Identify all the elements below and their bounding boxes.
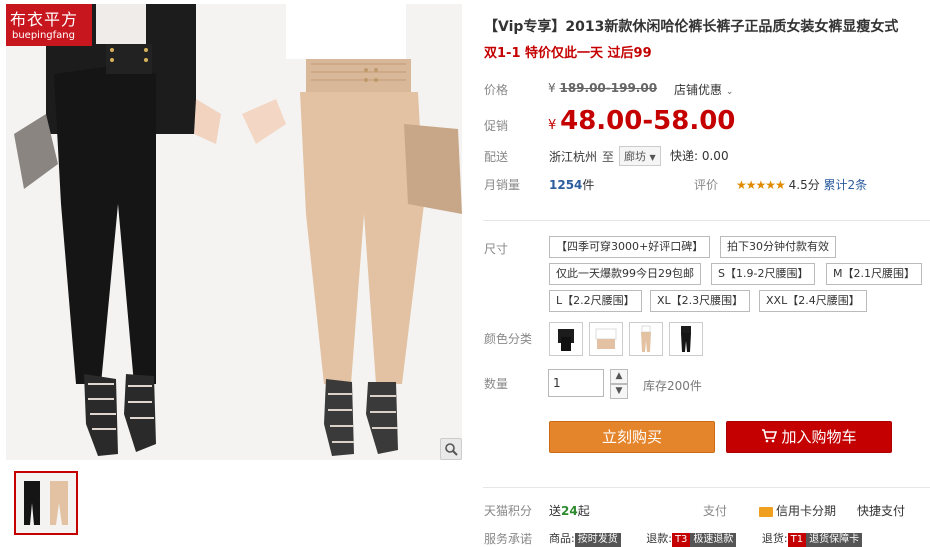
- points-info: 送24起: [549, 502, 590, 519]
- quantity-increase-button[interactable]: ▲: [610, 369, 628, 384]
- size-option[interactable]: 仅此一天爆款99今日29包邮: [549, 263, 701, 285]
- brand-name-en: buepingfang: [12, 30, 75, 41]
- brand-logo: 布衣平方 buepingfang: [6, 4, 92, 46]
- chevron-down-icon: ▼: [649, 153, 656, 162]
- points-value: 24: [561, 504, 578, 518]
- shipping-to-word: 至: [602, 150, 615, 164]
- refund-label: 退款:: [646, 532, 672, 545]
- destination-select[interactable]: 廊坊 ▼: [619, 146, 661, 166]
- return-badge-code: T1: [787, 533, 807, 547]
- product-subtitle: 双1-1 特价仅此一天 过后99: [484, 46, 652, 61]
- brand-name-cn: 布衣平方: [10, 10, 79, 29]
- original-price-value: 189.00-199.00: [559, 81, 658, 95]
- rating-summary: ★★★★★ 4.5分 累计2条: [736, 176, 867, 193]
- color-swatch-beige-top[interactable]: [589, 322, 623, 356]
- size-option[interactable]: M【2.1尺腰围】: [826, 263, 922, 285]
- size-option[interactable]: S【1.9-2尺腰围】: [711, 263, 816, 285]
- monthly-sales-label: 月销量: [484, 178, 521, 192]
- shop-discount-dropdown[interactable]: 店铺优惠 ⌄: [674, 81, 733, 98]
- add-to-cart-label: 加入购物车: [781, 428, 857, 446]
- rating-score: 4.5分: [788, 178, 820, 192]
- magnifier-icon[interactable]: [440, 438, 462, 460]
- destination-value: 廊坊: [624, 150, 646, 163]
- monthly-sales: 1254件: [549, 176, 594, 193]
- size-option[interactable]: L【2.2尺腰围】: [549, 290, 642, 312]
- original-price: ¥ 189.00-199.00: [548, 81, 657, 95]
- credit-installment-label: 信用卡分期: [776, 504, 837, 518]
- return-label: 退货:: [761, 532, 788, 545]
- goods-badge: 按时发货: [574, 533, 621, 547]
- rating-stars: ★★★★★: [736, 178, 786, 192]
- refund-badge: 极速退款: [690, 533, 737, 547]
- size-option[interactable]: XL【2.3尺腰围】: [650, 290, 751, 312]
- monthly-sales-unit: 件: [582, 178, 595, 192]
- main-product-image[interactable]: [6, 4, 462, 460]
- credit-card-icon: [759, 506, 773, 517]
- monthly-sales-value: 1254: [549, 178, 583, 192]
- thumbnail-image[interactable]: [14, 471, 78, 535]
- color-swatch-black-full[interactable]: [669, 322, 703, 356]
- points-suffix: 起: [577, 504, 590, 518]
- promo-price-value: 48.00-58.00: [560, 106, 736, 136]
- credit-installment[interactable]: 信用卡分期: [759, 502, 836, 519]
- service-promises: 商品: 按时发货 退款: T3 极速退款 退货: T1 退货保障卡: [549, 530, 863, 547]
- promo-price: ¥ 48.00-58.00: [548, 106, 735, 136]
- rating-label: 评价: [694, 178, 719, 192]
- pay-label: 支付: [703, 504, 728, 518]
- cart-icon: [761, 423, 778, 453]
- refund-badge-code: T3: [671, 533, 691, 547]
- points-label: 天猫积分: [484, 504, 533, 518]
- promo-currency-symbol: ¥: [548, 118, 557, 133]
- return-badge: 退货保障卡: [806, 533, 863, 547]
- add-to-cart-button[interactable]: 加入购物车: [726, 421, 892, 453]
- quick-pay[interactable]: 快捷支付: [857, 502, 905, 519]
- color-swatch-beige[interactable]: [629, 322, 663, 356]
- express-fee: 快递: 0.00: [670, 149, 729, 163]
- size-option[interactable]: XXL【2.4尺腰围】: [759, 290, 867, 312]
- goods-label: 商品:: [549, 532, 575, 545]
- size-option[interactable]: 【四季可穿3000+好评口碑】: [549, 236, 711, 258]
- size-label: 尺寸: [484, 242, 509, 256]
- shipping-from: 浙江杭州: [549, 150, 598, 164]
- buy-now-button[interactable]: 立刻购买: [549, 421, 715, 453]
- quantity-decrease-button[interactable]: ▼: [610, 384, 628, 399]
- quantity-input[interactable]: 1: [548, 369, 604, 397]
- review-count-link[interactable]: 累计2条: [824, 178, 868, 192]
- color-swatch-black[interactable]: [549, 322, 583, 356]
- promo-label: 促销: [484, 119, 509, 133]
- chevron-down-icon: ⌄: [725, 87, 734, 97]
- size-option[interactable]: 拍下30分钟付款有效: [720, 236, 836, 258]
- stock-text: 库存200件: [643, 379, 702, 393]
- quantity-label: 数量: [484, 377, 509, 391]
- divider: [483, 220, 930, 221]
- currency-symbol: ¥: [548, 81, 556, 95]
- points-text: 送: [549, 504, 562, 518]
- price-label: 价格: [484, 83, 509, 97]
- divider: [483, 487, 930, 488]
- service-label: 服务承诺: [484, 532, 533, 546]
- product-title: 【Vip专享】2013新款休闲哈伦裤长裤子正品质女装女裤显瘦女式: [484, 19, 899, 35]
- shipping-label: 配送: [484, 150, 509, 164]
- color-label: 颜色分类: [484, 332, 533, 346]
- shop-discount-label: 店铺优惠: [674, 83, 723, 97]
